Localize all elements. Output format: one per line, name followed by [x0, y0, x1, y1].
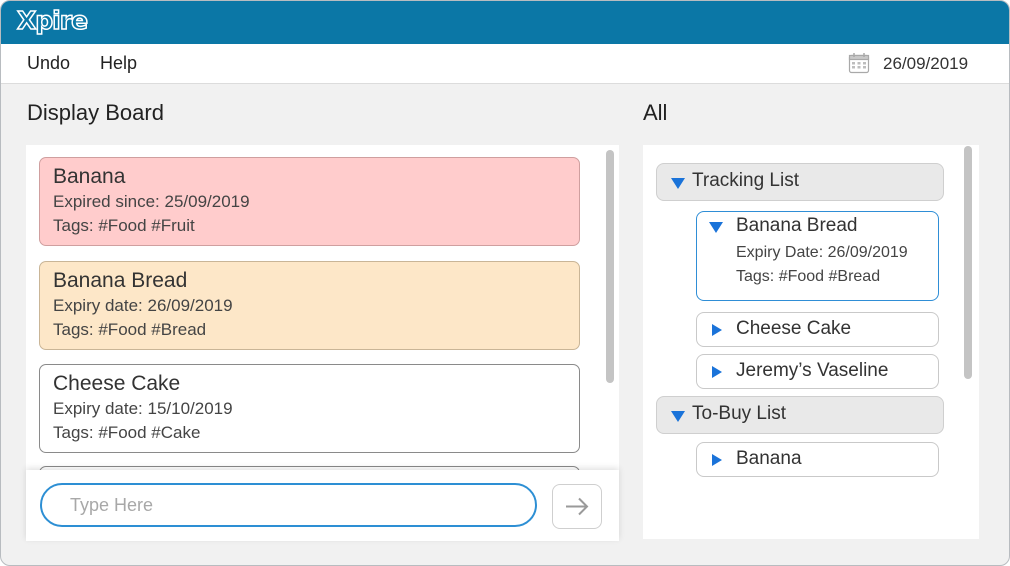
send-button[interactable]: [552, 484, 602, 529]
group-to-buy-list[interactable]: To-Buy List: [656, 396, 944, 434]
display-board[interactable]: Banana Expired since: 25/09/2019 Tags: #…: [26, 145, 619, 470]
item-date: Expiry date: 26/09/2019: [53, 296, 233, 315]
item-name: Banana Bread: [53, 269, 188, 292]
arrow-right-icon: [566, 497, 589, 516]
all-panel-title: All: [643, 100, 668, 125]
title-bar: Xpire: [1, 1, 1009, 44]
tree-scrollbar[interactable]: [964, 146, 972, 379]
group-tracking-list[interactable]: Tracking List: [656, 163, 944, 201]
command-box: [26, 470, 619, 541]
current-date: 26/09/2019: [883, 54, 969, 73]
menu-help[interactable]: Help: [100, 53, 137, 74]
expand-down-icon[interactable]: [671, 411, 685, 422]
calendar-icon: [848, 53, 870, 74]
group-label: Tracking List: [692, 170, 799, 191]
expand-right-icon[interactable]: [712, 366, 722, 378]
expand-right-icon[interactable]: [712, 324, 722, 336]
group-label: To-Buy List: [692, 403, 786, 424]
display-board-title: Display Board: [27, 100, 164, 125]
tree-item-cheese-cake[interactable]: Cheese Cake: [696, 312, 939, 347]
tree-item-banana-bread[interactable]: Banana Bread Expiry Date: 26/09/2019 Tag…: [696, 211, 939, 301]
item-tags: Tags: #Food #Cake: [53, 423, 201, 442]
menu-bar: Undo Help 26/09/2019: [1, 44, 1009, 84]
item-tags: Tags: #Food #Bread: [53, 320, 207, 339]
all-items-tree[interactable]: Tracking List Banana Bread Expiry Date: …: [643, 145, 979, 539]
item-card[interactable]: Banana Expired since: 25/09/2019 Tags: #…: [39, 157, 580, 246]
item-card[interactable]: Banana Bread Expiry date: 26/09/2019 Tag…: [39, 261, 580, 350]
tree-item-label: Cheese Cake: [736, 318, 852, 339]
tree-item-label: Banana: [736, 448, 802, 469]
item-date: Expiry date: 15/10/2019: [53, 399, 233, 418]
expand-down-icon[interactable]: [671, 178, 685, 189]
expand-right-icon[interactable]: [712, 454, 722, 466]
command-input[interactable]: [40, 483, 537, 527]
tree-item-tags: Tags: #Food #Bread: [736, 268, 881, 285]
item-name: Banana: [53, 165, 126, 188]
tree-item-date: Expiry Date: 26/09/2019: [736, 244, 908, 261]
item-name: Cheese Cake: [53, 372, 181, 395]
tree-item-banana[interactable]: Banana: [696, 442, 939, 477]
tree-item-label: Banana Bread: [736, 215, 858, 236]
item-date: Expired since: 25/09/2019: [53, 192, 250, 211]
tree-item-jeremys-vaseline[interactable]: Jeremy’s Vaseline: [696, 354, 939, 389]
item-tags: Tags: #Food #Fruit: [53, 216, 195, 235]
menu-undo[interactable]: Undo: [27, 53, 70, 74]
app-window: Xpire Undo Help 26/09/2019 Display Board…: [0, 0, 1010, 566]
tree-item-label: Jeremy’s Vaseline: [736, 360, 889, 381]
expand-down-icon[interactable]: [709, 222, 723, 233]
app-logo: Xpire: [16, 5, 89, 36]
item-card[interactable]: Cheese Cake Expiry date: 15/10/2019 Tags…: [39, 364, 580, 453]
board-scrollbar[interactable]: [606, 150, 614, 383]
